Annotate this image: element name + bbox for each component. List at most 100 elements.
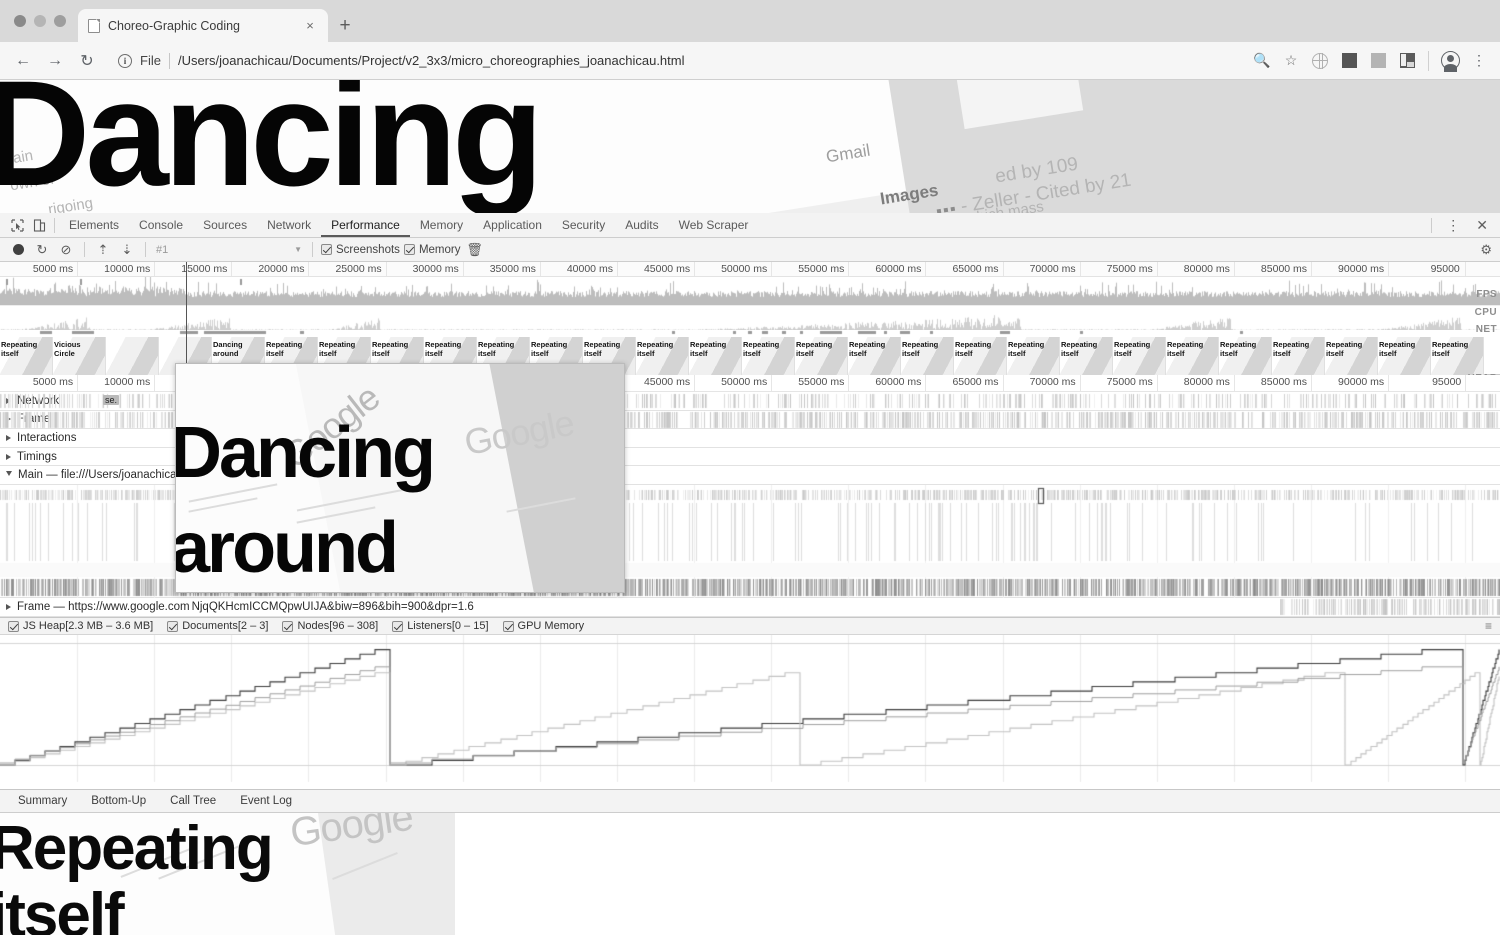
- divider: [145, 242, 146, 257]
- profile-avatar[interactable]: [1437, 48, 1463, 74]
- device-toolbar-icon[interactable]: [28, 215, 50, 235]
- ruler-tick-label: 60000 ms: [875, 263, 922, 275]
- close-icon[interactable]: ×: [302, 18, 318, 33]
- chevron-right-icon[interactable]: [6, 397, 11, 404]
- filmstrip-frame[interactable]: Repeating itself: [1166, 337, 1219, 375]
- counter-gpu-memory[interactable]: GPU Memory: [502, 620, 584, 632]
- tab-call-tree[interactable]: Call Tree: [162, 795, 224, 807]
- counter-listeners[interactable]: Listeners[0 – 15]: [392, 620, 489, 632]
- filmstrip-frame[interactable]: Repeating itself: [1219, 337, 1272, 375]
- network-event-chip[interactable]: se.: [103, 395, 120, 405]
- counter-nodes[interactable]: Nodes[96 – 308]: [282, 620, 378, 632]
- extension-icon-3[interactable]: [1394, 48, 1420, 74]
- screenshot-preview-popup[interactable]: Google Google Dancing around: [175, 363, 625, 593]
- minimize-window-button[interactable]: [34, 15, 46, 27]
- tab-performance[interactable]: Performance: [321, 213, 410, 237]
- clear-button[interactable]: ⊘: [56, 240, 76, 260]
- chevron-right-icon[interactable]: [6, 453, 11, 460]
- overview-playhead[interactable]: [186, 262, 187, 374]
- ruler-tick: [1079, 262, 1081, 276]
- filmstrip-frame[interactable]: Repeating itself: [1272, 337, 1325, 375]
- filmstrip-frame[interactable]: Repeating itself: [1113, 337, 1166, 375]
- ruler-tick: [77, 375, 79, 391]
- window-controls[interactable]: [12, 0, 78, 42]
- back-arrow-icon[interactable]: ←: [8, 46, 38, 76]
- tab-audits[interactable]: Audits: [615, 213, 668, 237]
- tab-event-log[interactable]: Event Log: [232, 795, 300, 807]
- info-icon[interactable]: i: [118, 53, 132, 68]
- inspect-cursor-icon[interactable]: [6, 215, 28, 235]
- counters-menu-icon[interactable]: ≡: [1485, 620, 1492, 632]
- filmstrip-frame[interactable]: Repeating itself: [0, 337, 53, 375]
- track-frame-google[interactable]: Frame — https://www.google.com NjqQKHcmI…: [0, 597, 1500, 617]
- extension-icon-1[interactable]: [1336, 48, 1362, 74]
- settings-gear-icon[interactable]: ⚙: [1480, 242, 1492, 258]
- filmstrip-frame[interactable]: Repeating itself: [901, 337, 954, 375]
- forward-arrow-icon[interactable]: →: [40, 46, 70, 76]
- counter-js-heap[interactable]: JS Heap[2.3 MB – 3.6 MB]: [8, 620, 153, 632]
- more-options-icon[interactable]: ⋮: [1440, 218, 1466, 232]
- cpu-band: CPU: [0, 305, 1500, 331]
- ruler-tick-label: 35000 ms: [489, 263, 536, 275]
- tab-security[interactable]: Security: [552, 213, 615, 237]
- address-bar[interactable]: i File /Users/joanachicau/Documents/Proj…: [112, 47, 1239, 75]
- close-devtools-icon[interactable]: ✕: [1470, 217, 1494, 234]
- reload-and-record-button[interactable]: ↻: [32, 240, 52, 260]
- bookmark-star-icon[interactable]: ☆: [1278, 48, 1304, 74]
- tab-elements[interactable]: Elements: [59, 213, 129, 237]
- memory-checkbox[interactable]: Memory: [403, 244, 460, 256]
- browser-tab[interactable]: Choreo-Graphic Coding ×: [78, 9, 328, 42]
- tab-console[interactable]: Console: [129, 213, 193, 237]
- chrome-menu-icon[interactable]: ⋮: [1466, 48, 1492, 74]
- profile-select[interactable]: #1 ▼: [154, 241, 304, 258]
- ruler-tick: [616, 262, 618, 276]
- globe-extension-icon[interactable]: [1307, 48, 1333, 74]
- chevron-down-icon[interactable]: [6, 471, 12, 479]
- tab-summary[interactable]: Summary: [10, 795, 75, 807]
- filmstrip-frame[interactable]: Vicious Circle: [53, 337, 106, 375]
- filmstrip-frame[interactable]: Repeating itself: [954, 337, 1007, 375]
- collect-garbage-icon[interactable]: 🗑: [464, 240, 484, 260]
- counter-documents[interactable]: Documents[2 – 3]: [167, 620, 268, 632]
- chevron-right-icon[interactable]: [6, 434, 11, 441]
- tab-memory[interactable]: Memory: [410, 213, 473, 237]
- filmstrip-frame[interactable]: Repeating itself: [636, 337, 689, 375]
- chevron-right-icon[interactable]: [6, 603, 11, 610]
- filmstrip-frame-label: Repeating itself: [849, 340, 886, 358]
- filmstrip-frame[interactable]: Repeating itself: [1325, 337, 1378, 375]
- filmstrip-frame[interactable]: Repeating itself: [1431, 337, 1484, 375]
- timeline-overview[interactable]: 5000 ms 10000 ms 15000 ms 20000 ms 25000 ms 3…: [0, 262, 1500, 395]
- tab-network[interactable]: Network: [257, 213, 321, 237]
- filmstrip-frame[interactable]: Repeating itself: [1060, 337, 1113, 375]
- page-headline: Dancing: [0, 80, 544, 213]
- close-window-button[interactable]: [14, 15, 26, 27]
- screenshots-checkbox[interactable]: Screenshots: [321, 244, 400, 256]
- filmstrip-frame[interactable]: [106, 337, 159, 375]
- ruler-tick: [771, 375, 773, 391]
- filmstrip-frame[interactable]: Repeating itself: [1007, 337, 1060, 375]
- maximize-window-button[interactable]: [54, 15, 66, 27]
- ruler-tick-label: 25000 ms: [335, 263, 382, 275]
- filmstrip-frame[interactable]: Repeating itself: [795, 337, 848, 375]
- tab-web-scraper[interactable]: Web Scraper: [669, 213, 759, 237]
- counter-label: Nodes[96 – 308]: [297, 620, 379, 632]
- new-tab-button[interactable]: +: [328, 9, 362, 42]
- tab-sources[interactable]: Sources: [193, 213, 257, 237]
- filmstrip-frame-label: Repeating itself: [1, 340, 38, 358]
- chevron-right-icon[interactable]: [6, 416, 11, 423]
- reload-icon[interactable]: ↻: [72, 46, 102, 76]
- filmstrip-frame[interactable]: Repeating itself: [742, 337, 795, 375]
- filmstrip-frame[interactable]: Repeating itself: [689, 337, 742, 375]
- summary-screenshot-preview[interactable]: Google Repeating itself: [0, 813, 455, 935]
- extension-icon-2[interactable]: [1365, 48, 1391, 74]
- filmstrip-frame[interactable]: Repeating itself: [848, 337, 901, 375]
- filmstrip-frame[interactable]: Repeating itself: [1378, 337, 1431, 375]
- tab-application[interactable]: Application: [473, 213, 552, 237]
- url-text: /Users/joanachicau/Documents/Project/v2_…: [177, 53, 685, 68]
- tab-bottom-up[interactable]: Bottom-Up: [83, 795, 154, 807]
- save-profile-button[interactable]: ⇣: [117, 240, 137, 260]
- record-button[interactable]: [8, 240, 28, 260]
- zoom-icon[interactable]: 🔍: [1249, 48, 1275, 74]
- ruler-tick: [1465, 262, 1467, 276]
- load-profile-button[interactable]: ⇡: [93, 240, 113, 260]
